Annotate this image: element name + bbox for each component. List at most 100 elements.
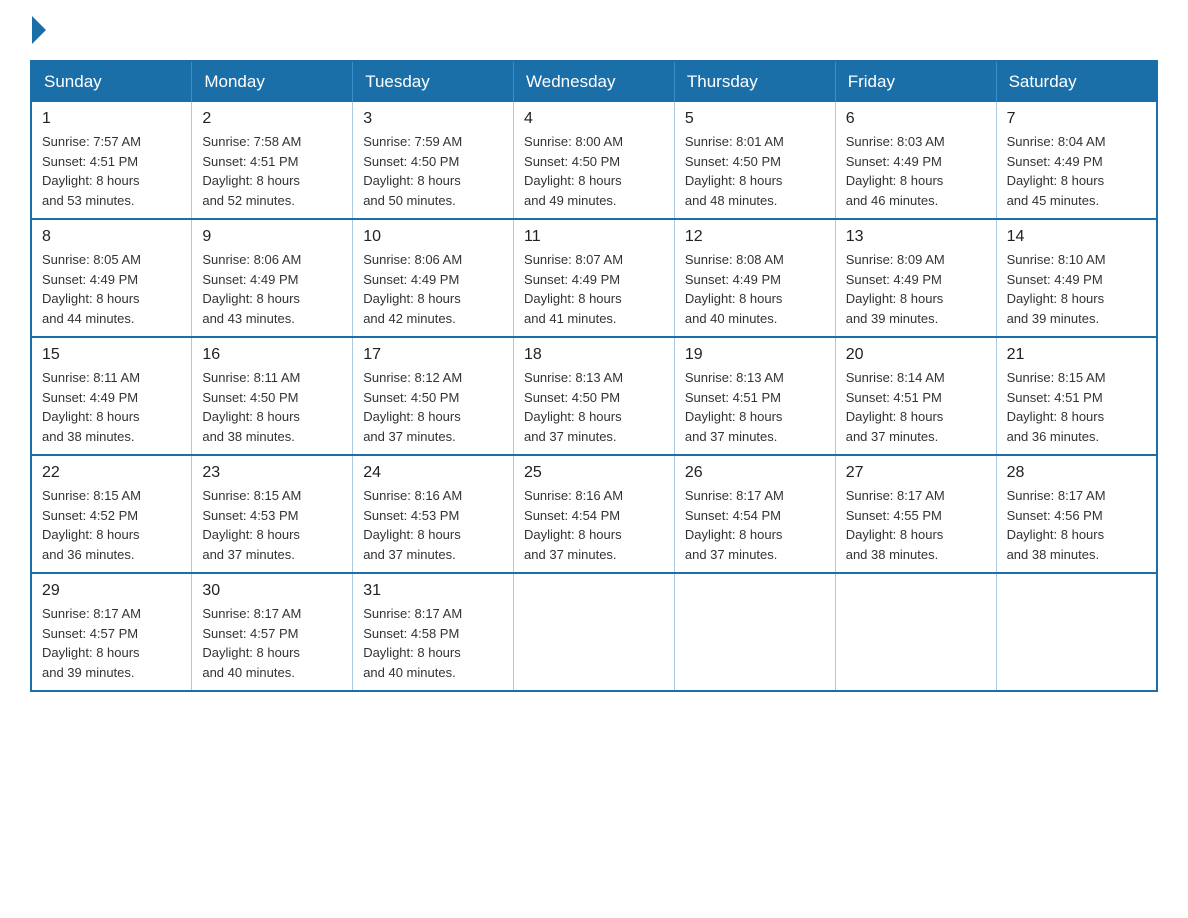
logo-text	[30, 20, 46, 44]
day-number: 7	[1007, 110, 1146, 128]
day-number: 6	[846, 110, 986, 128]
day-number: 22	[42, 464, 181, 482]
week-row-2: 8 Sunrise: 8:05 AMSunset: 4:49 PMDayligh…	[31, 219, 1157, 337]
day-info: Sunrise: 8:14 AMSunset: 4:51 PMDaylight:…	[846, 370, 945, 444]
header-monday: Monday	[192, 61, 353, 102]
calendar-cell: 26 Sunrise: 8:17 AMSunset: 4:54 PMDaylig…	[674, 455, 835, 573]
day-info: Sunrise: 8:15 AMSunset: 4:53 PMDaylight:…	[202, 488, 301, 562]
calendar-cell: 22 Sunrise: 8:15 AMSunset: 4:52 PMDaylig…	[31, 455, 192, 573]
calendar-cell: 19 Sunrise: 8:13 AMSunset: 4:51 PMDaylig…	[674, 337, 835, 455]
day-number: 19	[685, 346, 825, 364]
calendar-cell: 20 Sunrise: 8:14 AMSunset: 4:51 PMDaylig…	[835, 337, 996, 455]
calendar-table: SundayMondayTuesdayWednesdayThursdayFrid…	[30, 60, 1158, 692]
calendar-cell: 11 Sunrise: 8:07 AMSunset: 4:49 PMDaylig…	[514, 219, 675, 337]
day-number: 27	[846, 464, 986, 482]
header-thursday: Thursday	[674, 61, 835, 102]
day-number: 3	[363, 110, 503, 128]
day-number: 21	[1007, 346, 1146, 364]
calendar-cell: 6 Sunrise: 8:03 AMSunset: 4:49 PMDayligh…	[835, 102, 996, 219]
day-number: 15	[42, 346, 181, 364]
header-saturday: Saturday	[996, 61, 1157, 102]
calendar-cell: 17 Sunrise: 8:12 AMSunset: 4:50 PMDaylig…	[353, 337, 514, 455]
day-info: Sunrise: 8:16 AMSunset: 4:54 PMDaylight:…	[524, 488, 623, 562]
day-info: Sunrise: 8:07 AMSunset: 4:49 PMDaylight:…	[524, 252, 623, 326]
day-number: 30	[202, 582, 342, 600]
day-number: 20	[846, 346, 986, 364]
header-friday: Friday	[835, 61, 996, 102]
calendar-cell: 30 Sunrise: 8:17 AMSunset: 4:57 PMDaylig…	[192, 573, 353, 691]
day-number: 4	[524, 110, 664, 128]
calendar-cell: 7 Sunrise: 8:04 AMSunset: 4:49 PMDayligh…	[996, 102, 1157, 219]
calendar-cell: 18 Sunrise: 8:13 AMSunset: 4:50 PMDaylig…	[514, 337, 675, 455]
day-number: 9	[202, 228, 342, 246]
day-number: 16	[202, 346, 342, 364]
calendar-cell: 25 Sunrise: 8:16 AMSunset: 4:54 PMDaylig…	[514, 455, 675, 573]
day-info: Sunrise: 8:13 AMSunset: 4:50 PMDaylight:…	[524, 370, 623, 444]
day-info: Sunrise: 8:12 AMSunset: 4:50 PMDaylight:…	[363, 370, 462, 444]
day-number: 28	[1007, 464, 1146, 482]
day-info: Sunrise: 8:04 AMSunset: 4:49 PMDaylight:…	[1007, 134, 1106, 208]
day-info: Sunrise: 7:58 AMSunset: 4:51 PMDaylight:…	[202, 134, 301, 208]
calendar-cell	[514, 573, 675, 691]
day-number: 11	[524, 228, 664, 246]
day-number: 8	[42, 228, 181, 246]
day-info: Sunrise: 7:59 AMSunset: 4:50 PMDaylight:…	[363, 134, 462, 208]
day-number: 31	[363, 582, 503, 600]
day-info: Sunrise: 8:15 AMSunset: 4:51 PMDaylight:…	[1007, 370, 1106, 444]
calendar-cell: 15 Sunrise: 8:11 AMSunset: 4:49 PMDaylig…	[31, 337, 192, 455]
day-number: 13	[846, 228, 986, 246]
day-number: 10	[363, 228, 503, 246]
calendar-cell: 13 Sunrise: 8:09 AMSunset: 4:49 PMDaylig…	[835, 219, 996, 337]
day-info: Sunrise: 8:01 AMSunset: 4:50 PMDaylight:…	[685, 134, 784, 208]
day-info: Sunrise: 8:08 AMSunset: 4:49 PMDaylight:…	[685, 252, 784, 326]
day-info: Sunrise: 8:17 AMSunset: 4:57 PMDaylight:…	[202, 606, 301, 680]
calendar-cell	[996, 573, 1157, 691]
calendar-cell: 21 Sunrise: 8:15 AMSunset: 4:51 PMDaylig…	[996, 337, 1157, 455]
day-info: Sunrise: 8:15 AMSunset: 4:52 PMDaylight:…	[42, 488, 141, 562]
calendar-cell: 23 Sunrise: 8:15 AMSunset: 4:53 PMDaylig…	[192, 455, 353, 573]
calendar-cell: 29 Sunrise: 8:17 AMSunset: 4:57 PMDaylig…	[31, 573, 192, 691]
day-number: 29	[42, 582, 181, 600]
day-number: 25	[524, 464, 664, 482]
day-info: Sunrise: 8:11 AMSunset: 4:50 PMDaylight:…	[202, 370, 300, 444]
day-info: Sunrise: 8:06 AMSunset: 4:49 PMDaylight:…	[363, 252, 462, 326]
day-number: 2	[202, 110, 342, 128]
day-number: 18	[524, 346, 664, 364]
day-info: Sunrise: 8:10 AMSunset: 4:49 PMDaylight:…	[1007, 252, 1106, 326]
day-number: 1	[42, 110, 181, 128]
day-info: Sunrise: 7:57 AMSunset: 4:51 PMDaylight:…	[42, 134, 141, 208]
page-header	[30, 20, 1158, 40]
calendar-cell: 9 Sunrise: 8:06 AMSunset: 4:49 PMDayligh…	[192, 219, 353, 337]
calendar-cell: 4 Sunrise: 8:00 AMSunset: 4:50 PMDayligh…	[514, 102, 675, 219]
calendar-cell: 24 Sunrise: 8:16 AMSunset: 4:53 PMDaylig…	[353, 455, 514, 573]
day-number: 17	[363, 346, 503, 364]
calendar-cell: 8 Sunrise: 8:05 AMSunset: 4:49 PMDayligh…	[31, 219, 192, 337]
day-info: Sunrise: 8:17 AMSunset: 4:58 PMDaylight:…	[363, 606, 462, 680]
calendar-cell: 28 Sunrise: 8:17 AMSunset: 4:56 PMDaylig…	[996, 455, 1157, 573]
logo	[30, 20, 46, 40]
day-number: 14	[1007, 228, 1146, 246]
calendar-cell: 27 Sunrise: 8:17 AMSunset: 4:55 PMDaylig…	[835, 455, 996, 573]
day-number: 26	[685, 464, 825, 482]
day-info: Sunrise: 8:17 AMSunset: 4:55 PMDaylight:…	[846, 488, 945, 562]
header-row: SundayMondayTuesdayWednesdayThursdayFrid…	[31, 61, 1157, 102]
day-number: 24	[363, 464, 503, 482]
day-info: Sunrise: 8:11 AMSunset: 4:49 PMDaylight:…	[42, 370, 140, 444]
day-info: Sunrise: 8:13 AMSunset: 4:51 PMDaylight:…	[685, 370, 784, 444]
week-row-4: 22 Sunrise: 8:15 AMSunset: 4:52 PMDaylig…	[31, 455, 1157, 573]
week-row-5: 29 Sunrise: 8:17 AMSunset: 4:57 PMDaylig…	[31, 573, 1157, 691]
logo-arrow-icon	[32, 16, 46, 44]
header-sunday: Sunday	[31, 61, 192, 102]
header-wednesday: Wednesday	[514, 61, 675, 102]
week-row-3: 15 Sunrise: 8:11 AMSunset: 4:49 PMDaylig…	[31, 337, 1157, 455]
calendar-cell	[835, 573, 996, 691]
day-info: Sunrise: 8:05 AMSunset: 4:49 PMDaylight:…	[42, 252, 141, 326]
calendar-cell: 31 Sunrise: 8:17 AMSunset: 4:58 PMDaylig…	[353, 573, 514, 691]
day-number: 5	[685, 110, 825, 128]
calendar-cell	[674, 573, 835, 691]
calendar-cell: 1 Sunrise: 7:57 AMSunset: 4:51 PMDayligh…	[31, 102, 192, 219]
calendar-cell: 5 Sunrise: 8:01 AMSunset: 4:50 PMDayligh…	[674, 102, 835, 219]
calendar-cell: 16 Sunrise: 8:11 AMSunset: 4:50 PMDaylig…	[192, 337, 353, 455]
day-number: 12	[685, 228, 825, 246]
day-info: Sunrise: 8:06 AMSunset: 4:49 PMDaylight:…	[202, 252, 301, 326]
